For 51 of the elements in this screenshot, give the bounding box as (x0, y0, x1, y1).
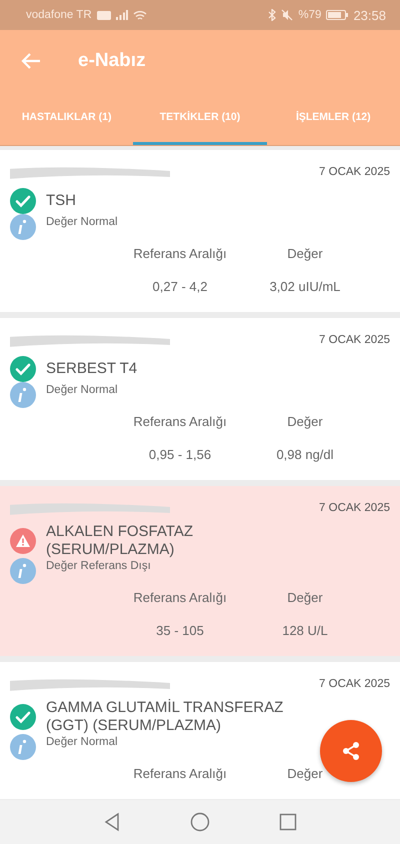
clock-time: 23:58 (353, 8, 386, 22)
check-circle-icon (10, 188, 36, 214)
home-icon[interactable] (189, 811, 211, 833)
signal-icon (116, 10, 128, 20)
result-card[interactable]: 7 OCAK 2025 TSH Değer Normal Referans Aralığı Değer 0,27 - 4,2 3,02 uIU/mL (0, 150, 400, 312)
test-name: GAMMA GLUTAMİL TRANSFERAZ (GGT) (SERUM/PLAZMA) (46, 699, 284, 735)
column-header: Değer (287, 413, 323, 431)
share-icon (340, 740, 362, 762)
status-text: Değer Normal (46, 384, 118, 396)
result-value: 3,02 uIU/mL (270, 278, 340, 296)
reference-range: 0,27 - 4,2 (152, 278, 208, 296)
result-date: 7 OCAK 2025 (319, 678, 390, 690)
column-header: Değer (287, 589, 323, 607)
result-card[interactable]: 7 OCAK 2025 GAMMA GLUTAMİL TRANSFERAZ (GGT) (SERUM/PLAZMA) Değer Normal Referans Aralığı Değer (0, 662, 400, 799)
column-header: Referans Aralığı (133, 413, 227, 431)
info-icon (10, 558, 36, 584)
test-name: ALKALEN FOSFATAZ (SERUM/PLAZMA) (46, 523, 194, 559)
warning-icon (10, 528, 36, 554)
result-value: 0,98 ng/dl (276, 446, 334, 464)
column-header: Referans Aralığı (133, 589, 227, 607)
reference-range: 35 - 105 (156, 622, 204, 640)
column-header: Referans Aralığı (133, 765, 227, 783)
column-header: Değer (287, 765, 323, 783)
status-text: Değer Normal (46, 216, 118, 228)
mute-icon (281, 9, 294, 21)
info-icon (10, 734, 36, 760)
bluetooth-icon (268, 9, 276, 21)
result-date: 7 OCAK 2025 (319, 502, 390, 514)
column-header: Değer (287, 245, 323, 263)
volte-badge-icon (96, 10, 111, 20)
check-circle-icon (10, 704, 36, 730)
column-header: Referans Aralığı (133, 245, 227, 263)
info-icon (10, 382, 36, 408)
result-card[interactable]: 7 OCAK 2025 SERBEST T4 Değer Normal Referans Aralığı Değer 0,95 - 1,56 0,98 ng/dl (0, 318, 400, 480)
status-text: Değer Normal (46, 736, 118, 748)
test-name: TSH (46, 192, 76, 210)
info-icon (10, 214, 36, 240)
wifi-icon (132, 10, 147, 20)
reference-range: 0,95 - 1,56 (148, 446, 212, 464)
status-text: Değer Referans Dışı (46, 560, 151, 572)
app-title: e-Nabız (78, 50, 146, 72)
result-date: 7 OCAK 2025 (319, 334, 390, 346)
result-date: 7 OCAK 2025 (319, 166, 390, 178)
carrier-name: vodafone TR (26, 9, 92, 21)
battery-icon (326, 10, 348, 20)
recents-icon[interactable] (277, 811, 299, 833)
battery-percent: %79 (298, 9, 322, 21)
check-circle-icon (10, 356, 36, 382)
result-value: 128 U/L (282, 622, 328, 640)
test-name: SERBEST T4 (46, 360, 138, 378)
result-card[interactable]: 7 OCAK 2025 ALKALEN FOSFATAZ (SERUM/PLAZMA) Değer Referans Dışı Referans Aralığı Değer 35 - 105 128 U/L (0, 486, 400, 656)
